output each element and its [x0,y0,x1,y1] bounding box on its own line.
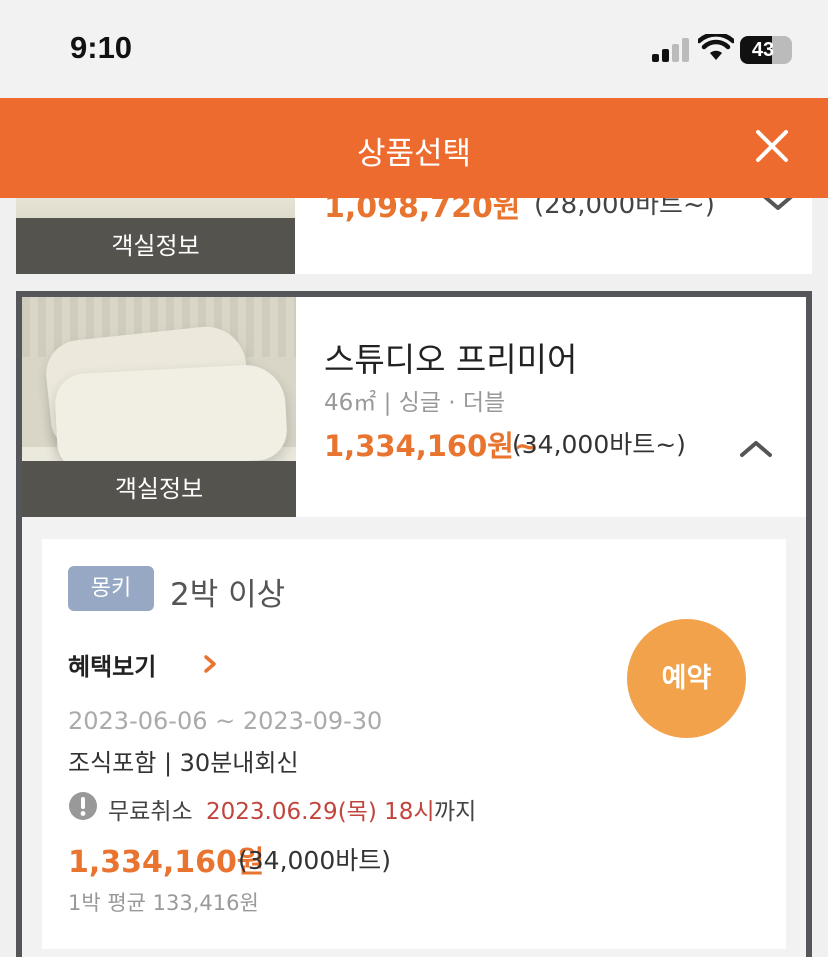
room-info-button[interactable]: 객실정보 [16,218,295,274]
reserve-button[interactable]: 예약 [627,619,746,738]
chevron-down-icon[interactable] [760,198,796,214]
chevron-up-icon[interactable] [738,437,774,459]
chevron-right-icon [204,655,216,673]
room-name: 스튜디오 프리미어 [324,340,578,379]
room-info-button[interactable]: 객실정보 [22,461,296,517]
room-price: 1,098,720원 [324,198,521,225]
cancel-label: 무료취소 [108,799,193,825]
rate-badge: 몽키 [68,566,154,611]
wifi-icon [698,34,734,60]
signal-icon [652,38,689,62]
page-title: 상품선택 [356,136,472,172]
rate-period: 2023-06-06 ~ 2023-09-30 [68,707,383,735]
room-thumbnail: 객실정보 [16,198,295,274]
benefit-label: 혜택보기 [68,653,157,681]
room-price: 1,334,160원~ [324,429,539,463]
battery-level: 43 [751,39,775,61]
room-price-sub: (34,000바트~) [512,430,686,459]
close-icon[interactable] [750,124,794,168]
room-card[interactable]: 객실정보 스튜디오 프리미어 46㎡ | 싱글 · 더블 1,334,160원~… [16,291,812,957]
status-bar: 9:10 43 [0,0,828,98]
status-time: 9:10 [70,30,133,65]
modal-header: 상품선택 [0,98,828,198]
room-price-sub: (28,000바트~) [534,198,715,220]
rate-terms: 조식포함 | 30분내회신 [68,749,299,777]
cancel-until: 까지 [434,799,477,825]
battery-icon: 43 [740,36,792,64]
room-meta: 46㎡ | 싱글 · 더블 [324,390,506,416]
rate-stay-condition: 2박 이상 [170,577,286,613]
rate-average: 1박 평균 133,416원 [68,891,259,915]
room-thumbnail: 객실정보 [22,297,296,517]
room-card-previous[interactable]: 객실정보 1,098,720원 (28,000바트~) [16,198,812,274]
room-list: 객실정보 1,098,720원 (28,000바트~) 객실정보 스튜디오 프리… [0,198,828,957]
cancel-deadline: 2023.06.29(목) 18시 [206,799,435,825]
rate-price: 1,334,160원 [68,845,265,880]
alert-icon [69,792,97,820]
benefit-link[interactable]: 혜택보기 [68,647,216,682]
rate-card: 몽키 2박 이상 혜택보기 예약 2023-06-06 ~ 2023-09-30… [42,539,786,949]
rate-section: 몽키 2박 이상 혜택보기 예약 2023-06-06 ~ 2023-09-30… [22,517,806,957]
rate-price-sub: (34,000바트) [238,846,391,875]
